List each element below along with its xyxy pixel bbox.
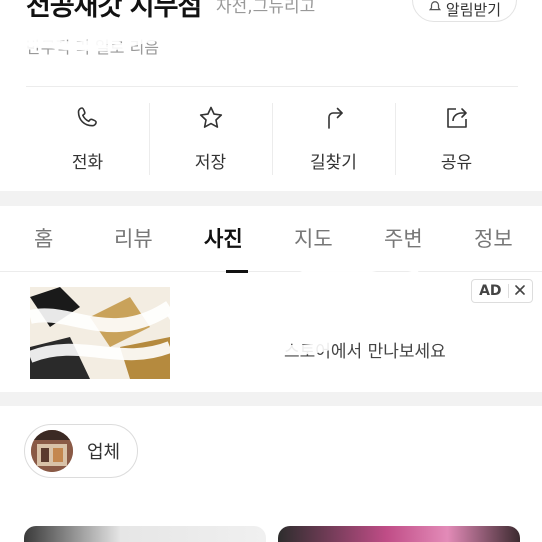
ad-label: AD [479,283,502,299]
redaction-scribble [0,30,300,58]
call-label: 전화 [71,152,104,173]
tab-bar: 홈 리뷰 사진 지도 주변 정보 [0,206,542,273]
close-icon[interactable] [515,283,525,299]
filter-chip-business[interactable]: 업체 [24,424,138,478]
chip-thumbnail [31,430,73,472]
tab-photos[interactable]: 사진 [204,223,243,253]
directions-icon [320,104,348,136]
bell-icon [428,0,442,18]
section-separator [0,392,542,406]
directions-button[interactable]: 길찾기 [272,87,395,189]
tab-info[interactable]: 정보 [474,223,513,253]
call-button[interactable]: 전화 [26,87,149,189]
share-icon [443,104,471,136]
place-title: 천공새갓 시무점 [26,0,202,22]
tab-home[interactable]: 홈 [34,223,53,253]
share-button[interactable]: 공유 [395,87,518,189]
star-icon [197,104,225,136]
save-label: 저장 [194,152,227,173]
place-header: 천공새갓 시무점 자전,그뉴리고 알림받기 반무적 리 일로 리음 [0,0,542,86]
save-button[interactable]: 저장 [149,87,272,189]
tab-map[interactable]: 지도 [294,223,333,253]
photo-thumbnail[interactable] [24,526,266,542]
tab-nearby[interactable]: 주변 [384,223,423,253]
phone-icon [74,104,102,136]
ad-image [30,287,170,379]
redaction-scribble [166,265,424,355]
directions-label: 길찾기 [310,152,357,173]
chip-label: 업체 [87,442,121,463]
share-label: 공유 [440,152,473,173]
action-bar: 전화 저장 길찾기 공유 [26,87,518,189]
alarm-button[interactable]: 알림받기 [412,0,517,22]
ad-badge-separator [507,284,509,298]
ad-badge[interactable]: AD [471,279,533,303]
alarm-label: 알림받기 [445,0,502,19]
section-separator [0,191,542,206]
photo-thumbnail[interactable] [278,526,520,542]
tab-reviews[interactable]: 리뷰 [114,223,153,253]
place-category: 자전,그뉴리고 [216,0,316,17]
